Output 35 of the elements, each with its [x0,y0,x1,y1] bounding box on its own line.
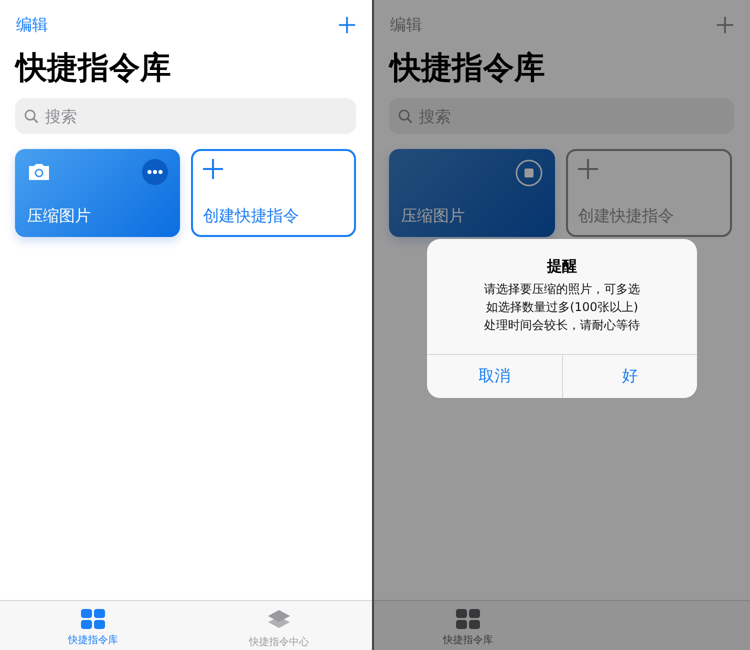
tab[interactable]: 快捷指令库 [374,601,562,650]
search-icon [24,109,39,124]
shortcut-card[interactable]: 压缩图片 [389,149,555,237]
shortcut-label: 压缩图片 [27,206,92,227]
shortcut-card[interactable]: 压缩图片 [15,149,180,237]
page-title: 快捷指令库 [14,49,172,88]
create-label: 创建快捷指令 [578,206,675,227]
stop-icon[interactable] [515,159,543,187]
shortcut-label: 压缩图片 [401,206,466,227]
edit-link[interactable]: 编辑 [16,14,48,36]
page-title: 快捷指令库 [388,49,546,88]
add-icon[interactable] [338,16,356,34]
tab[interactable]: 快捷指令中心 [186,601,372,650]
alert-button[interactable]: 好 [562,355,697,398]
search-field[interactable]: 搜索 [389,98,734,134]
grid-icon [81,609,105,629]
layers-icon [267,609,291,631]
alert-message-line: 请选择要压缩的照片，可多选 [484,281,640,298]
edit-link[interactable]: 编辑 [390,14,422,36]
alert-title: 提醒 [546,257,578,276]
plus-icon [203,159,223,179]
search-icon [398,109,413,124]
camera-icon [27,163,51,181]
plus-icon [578,159,598,179]
add-icon[interactable] [716,16,734,34]
grid-icon [456,609,480,629]
more-icon[interactable] [142,159,168,185]
alert-message-line: 如选择数量过多(100张以上) [486,299,638,316]
create-label: 创建快捷指令 [203,206,300,227]
alert-message-line: 处理时间会较长，请耐心等待 [484,317,640,334]
alert-button[interactable]: 取消 [427,355,562,398]
create-shortcut-card[interactable]: 创建快捷指令 [191,149,356,237]
search-field[interactable]: 搜索 [15,98,356,134]
tab[interactable]: 快捷指令库 [0,601,186,650]
create-shortcut-card[interactable]: 创建快捷指令 [566,149,732,237]
